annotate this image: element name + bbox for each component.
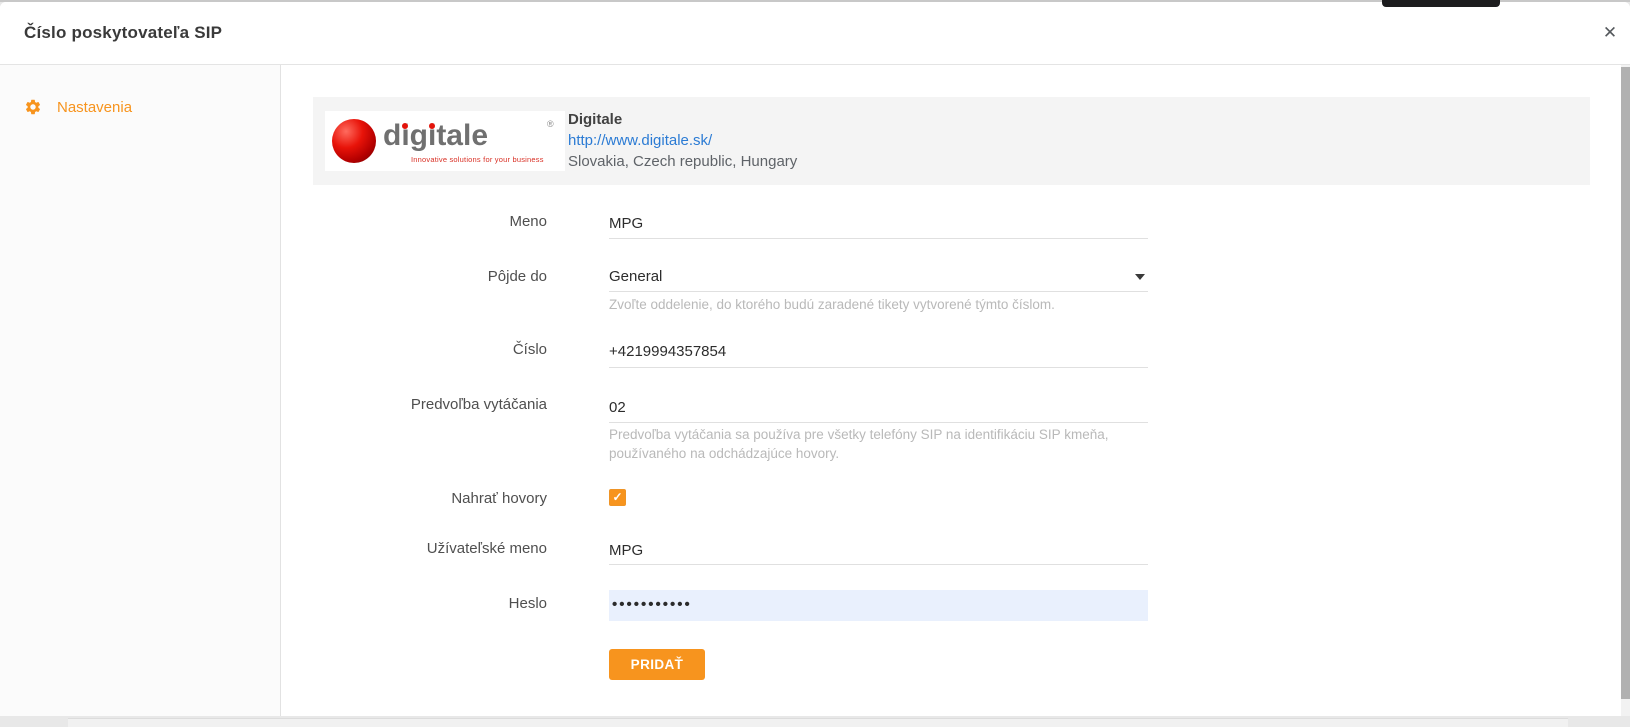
- logo-brand-text: digitale: [383, 121, 488, 151]
- cislo-input[interactable]: +4219994357854: [609, 343, 726, 360]
- chevron-down-icon[interactable]: [1135, 274, 1145, 280]
- close-icon[interactable]: ✕: [1598, 21, 1622, 45]
- sidebar-item-label: Nastavenia: [57, 99, 132, 116]
- provider-url-link[interactable]: http://www.digitale.sk/: [568, 132, 712, 149]
- cislo-label: Číslo: [280, 341, 547, 358]
- provider-name: Digitale: [568, 111, 622, 128]
- logo-tagline: Innovative solutions for your business: [411, 155, 544, 164]
- top-dark-bar: [1382, 0, 1500, 7]
- predvolba-input[interactable]: 02: [609, 399, 626, 416]
- background-page-panel: [68, 718, 1568, 727]
- input-underline: [609, 238, 1148, 239]
- screen: Strana Číslo poskytovateľa SIP ✕ Nastave…: [0, 0, 1630, 727]
- dialog-title: Číslo poskytovateľa SIP: [24, 2, 222, 64]
- uzivatelske-meno-label: Užívateľské meno: [280, 540, 547, 557]
- nahrat-hovory-label: Nahrať hovory: [280, 490, 547, 507]
- meno-input[interactable]: MPG: [609, 215, 643, 232]
- heslo-label: Heslo: [280, 595, 547, 612]
- input-underline: [609, 422, 1148, 423]
- input-underline: [609, 564, 1148, 565]
- scrollbar[interactable]: [1621, 65, 1630, 716]
- heslo-input[interactable]: •••••••••••: [609, 590, 1148, 621]
- logo-red-dot-icon: [402, 123, 408, 129]
- pojde-do-hint: Zvoľte oddelenie, do ktorého budú zarade…: [609, 295, 1149, 314]
- digitale-logo: digitale ® Innovative solutions for your…: [325, 111, 565, 171]
- uzivatelske-meno-input[interactable]: MPG: [609, 542, 643, 559]
- input-underline: [609, 291, 1148, 292]
- dialog-header: Číslo poskytovateľa SIP ✕: [0, 2, 1630, 65]
- pridat-button[interactable]: PRIDAŤ: [609, 649, 705, 680]
- meno-label: Meno: [280, 213, 547, 230]
- logo-red-dot-icon: [429, 123, 435, 129]
- input-underline: [609, 367, 1148, 368]
- provider-banner: digitale ® Innovative solutions for your…: [313, 97, 1590, 185]
- pojde-do-select[interactable]: General: [609, 268, 662, 285]
- password-dots: •••••••••••: [609, 590, 1148, 620]
- nahrat-hovory-checkbox[interactable]: ✓: [609, 489, 626, 506]
- registered-mark: ®: [547, 119, 554, 129]
- scrollbar-thumb[interactable]: [1621, 67, 1630, 699]
- provider-countries: Slovakia, Czech republic, Hungary: [568, 153, 797, 170]
- predvolba-label: Predvoľba vytáčania: [280, 396, 547, 413]
- logo-sphere-icon: [332, 119, 376, 163]
- sip-provider-dialog: Číslo poskytovateľa SIP ✕ Nastavenia dig…: [0, 2, 1630, 716]
- sidebar: Nastavenia: [0, 65, 281, 716]
- gear-icon: [24, 98, 42, 116]
- predvolba-hint: Predvoľba vytáčania sa používa pre všetk…: [609, 425, 1114, 463]
- pojde-do-label: Pôjde do: [280, 268, 547, 285]
- sidebar-item-nastavenia[interactable]: Nastavenia: [0, 92, 280, 122]
